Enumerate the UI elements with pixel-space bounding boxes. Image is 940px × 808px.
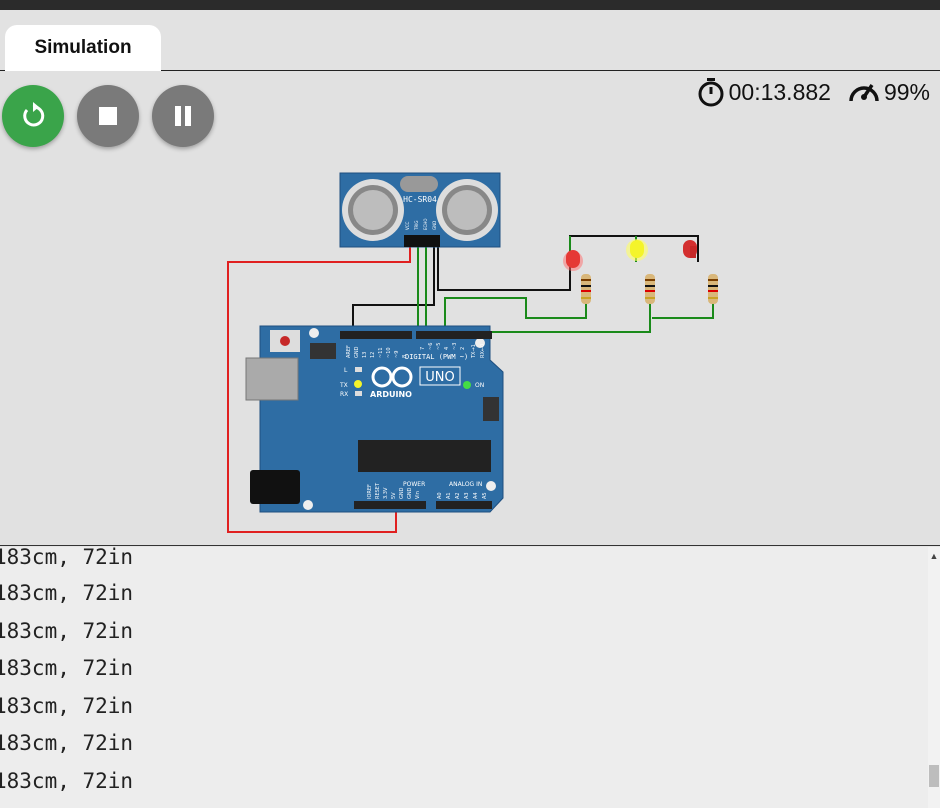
sensor-pin-echo: ECHO [423,219,428,230]
serial-scrollbar[interactable]: ▲ [928,547,940,808]
svg-text:~11: ~11 [378,347,384,358]
svg-text:GND: GND [399,487,405,499]
svg-text:A1: A1 [446,492,452,499]
resistor-3[interactable] [708,274,718,304]
svg-text:RX←0: RX←0 [480,344,486,358]
sensor-pin-vcc: VCC [405,221,410,230]
serial-line: 183cm, 72in [0,618,134,643]
arduino-logo-text: ARDUINO [370,390,412,399]
led-red-1[interactable] [563,250,583,271]
svg-text:A0: A0 [437,492,443,499]
serial-line: 183cm, 72in [0,768,134,793]
scroll-up-icon[interactable]: ▲ [928,551,940,561]
svg-text:12: 12 [370,352,376,358]
tab-simulation[interactable]: Simulation [5,25,161,71]
led-yellow[interactable] [626,239,648,261]
resistor-2[interactable] [645,274,655,304]
led-on-label: ON [475,382,484,389]
svg-text:GND: GND [354,346,360,358]
svg-text:~6: ~6 [428,343,434,350]
svg-text:~5: ~5 [436,343,442,350]
ultrasonic-sensor[interactable]: HC-SR04 VCC TRIG ECHO GND [339,172,501,248]
simulation-canvas[interactable]: 00:13.882 99% HC-SR04 VCC TRIG ECHO GND … [0,71,940,546]
led-rx-label: RX [340,391,348,398]
serial-line: 183cm, 72in [0,731,134,755]
window-top-bar [0,0,940,10]
led-red-2[interactable] [683,240,697,258]
serial-line: 183cm, 72in [0,693,134,718]
svg-text:GND: GND [407,487,413,499]
svg-text:AREF: AREF [346,345,352,358]
power-header-label: POWER [403,481,425,488]
sensor-pin-trig: TRIG [414,220,419,231]
svg-text:Vin: Vin [415,491,421,499]
serial-line: 183cm, 72in [0,547,134,569]
svg-text:A2: A2 [455,492,461,499]
svg-text:2: 2 [460,347,466,350]
svg-text:A3: A3 [464,492,470,499]
tab-strip: Simulation [0,10,940,71]
serial-line: 183cm, 72in [0,581,134,605]
svg-text:~10: ~10 [386,347,392,358]
svg-text:A4: A4 [473,492,479,499]
svg-text:IOREF: IOREF [367,484,373,499]
digital-header-label: DIGITAL (PWM ~) [405,353,468,361]
wire-led3[interactable] [652,300,714,319]
svg-text:TX→1: TX→1 [471,344,477,359]
svg-text:~3: ~3 [452,343,458,350]
led-tx-label: TX [339,382,348,389]
svg-text:RESET: RESET [375,482,381,499]
svg-text:A5: A5 [482,492,488,499]
arduino-uno-board[interactable]: DIGITAL (PWM ~) ARDUINO UNO L TX RX ON P… [245,325,504,513]
serial-line: 183cm, 72in [0,656,134,680]
resistor-1[interactable] [581,274,591,304]
svg-text:5V: 5V [391,492,397,499]
wire-gnd[interactable] [352,246,435,333]
board-model: UNO [425,370,454,385]
analog-header-label: ANALOG IN [449,481,482,488]
circuit-diagram: HC-SR04 VCC TRIG ECHO GND DIGITAL (PWM ~… [227,172,718,533]
svg-text:8: 8 [402,355,408,358]
serial-monitor[interactable]: 183cm, 72in 183cm, 72in 183cm, 72in 183c… [0,547,928,808]
scrollbar-thumb[interactable] [929,765,939,787]
sensor-pin-gnd: GND [432,221,437,230]
svg-text:~9: ~9 [394,351,400,358]
svg-text:3.3V: 3.3V [383,487,389,499]
svg-text:4: 4 [444,347,450,350]
svg-text:7: 7 [420,347,426,350]
svg-text:13: 13 [362,352,368,358]
sensor-label: HC-SR04 [403,195,437,204]
